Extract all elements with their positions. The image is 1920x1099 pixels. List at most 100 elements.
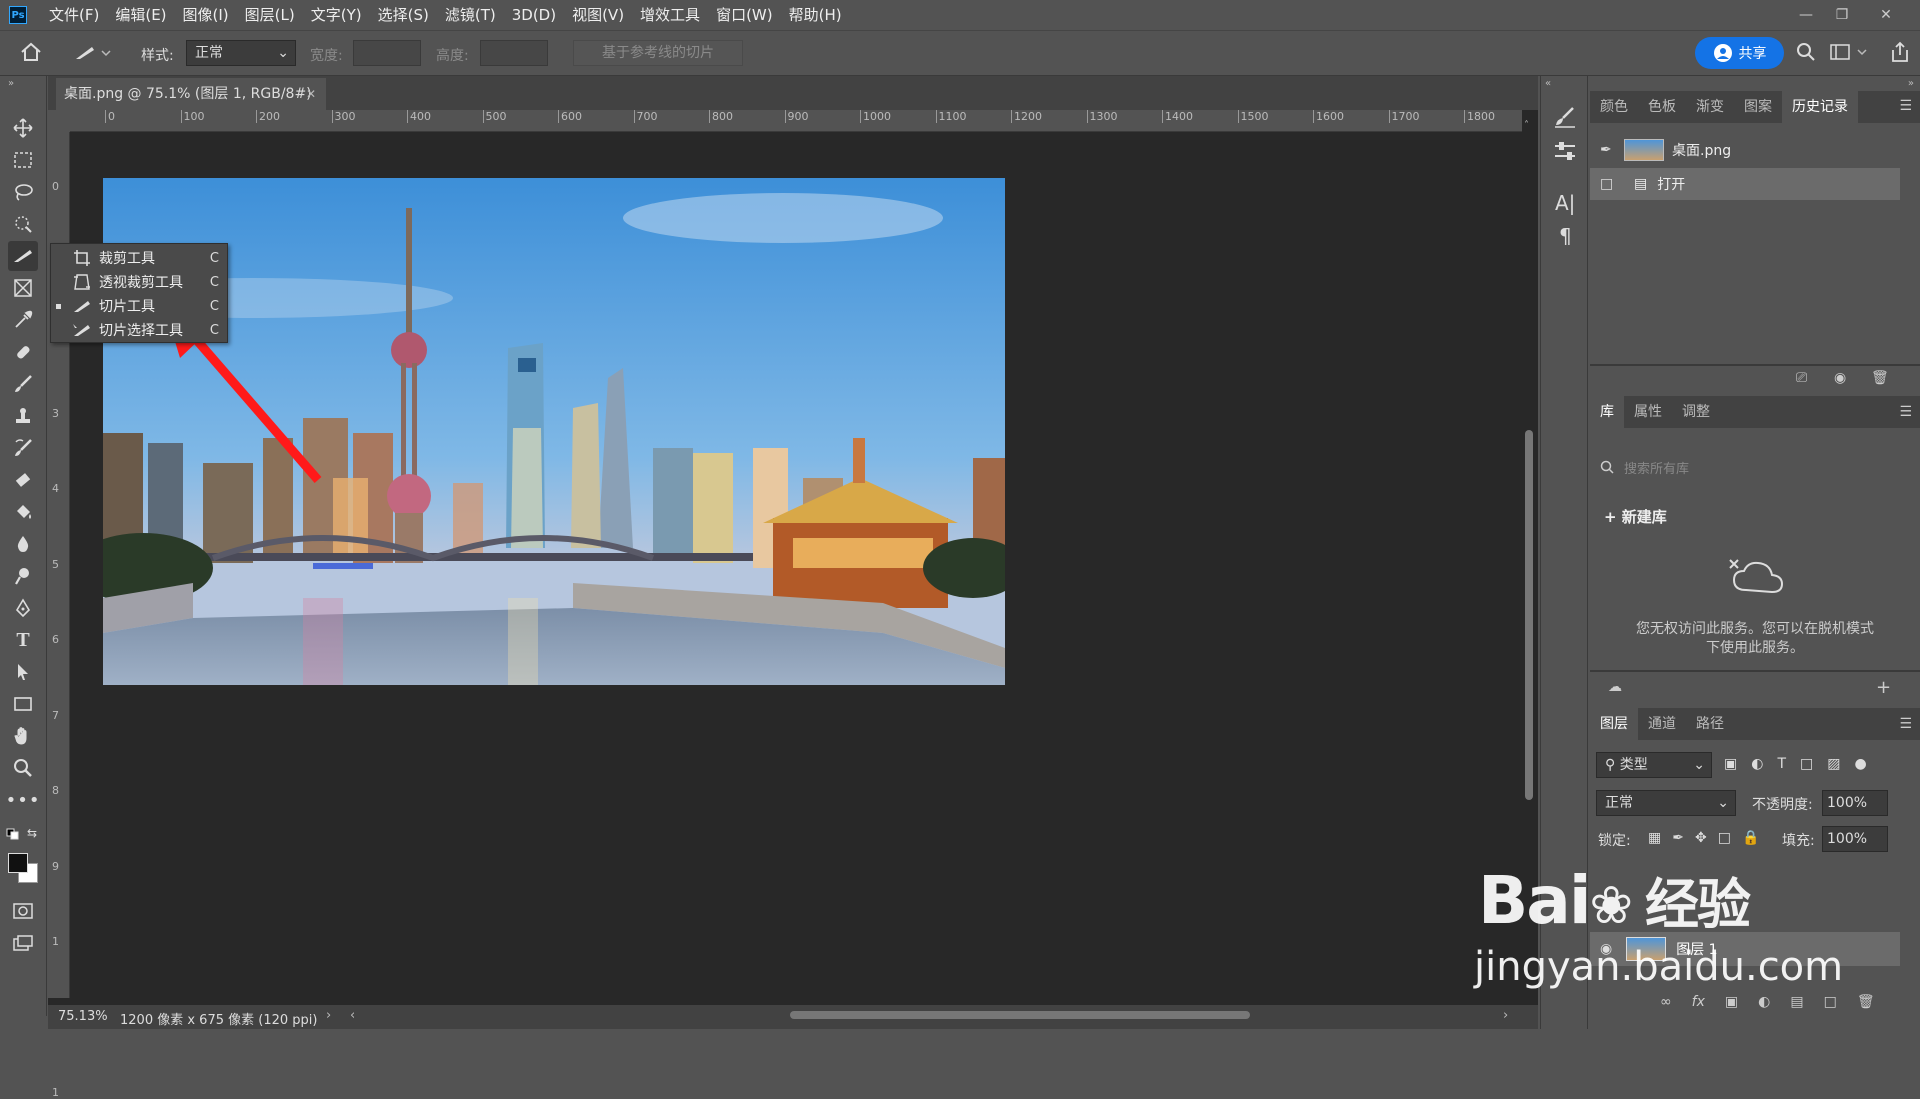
- hand-tool-icon[interactable]: [8, 721, 38, 751]
- more-tools-icon[interactable]: •••: [6, 785, 40, 815]
- quick-selection-tool-icon[interactable]: [8, 209, 38, 239]
- fill-input[interactable]: 100%: [1822, 826, 1888, 852]
- collapse-toolbar-icon[interactable]: »: [8, 78, 14, 89]
- vertical-scroll-thumb[interactable]: [1525, 430, 1533, 800]
- flyout-item[interactable]: 裁剪工具 C: [51, 246, 229, 270]
- lock-artboard-icon[interactable]: □: [1718, 830, 1731, 846]
- new-library-button[interactable]: + 新建库: [1604, 506, 1667, 527]
- guide-slices-button[interactable]: 基于参考线的切片: [573, 40, 743, 66]
- slice-tool-preset-icon[interactable]: [72, 43, 114, 67]
- height-input[interactable]: [480, 40, 548, 66]
- document-info[interactable]: 1200 像素 x 675 像素 (120 ppi): [120, 1009, 317, 1028]
- type-tool-icon[interactable]: T: [8, 625, 38, 655]
- link-layers-icon[interactable]: ∞: [1660, 994, 1672, 1010]
- delete-layer-icon[interactable]: 🗑: [1857, 994, 1875, 1010]
- minimize-icon[interactable]: —: [1788, 0, 1824, 30]
- expand-dock-icon[interactable]: «: [1545, 78, 1551, 89]
- zoom-tool-icon[interactable]: [8, 753, 38, 783]
- home-icon[interactable]: [20, 42, 42, 66]
- panel-tab[interactable]: 渐变: [1686, 91, 1734, 123]
- opacity-input[interactable]: 100%: [1822, 790, 1888, 816]
- horizontal-ruler[interactable]: 0 100 200 300 400 500 600 700 800 900 1000 1100 1200…: [70, 110, 1522, 132]
- new-layer-icon[interactable]: □: [1824, 994, 1837, 1010]
- flyout-item[interactable]: 切片选择工具 C: [51, 318, 229, 342]
- swap-colors-icon[interactable]: ⇆: [27, 826, 37, 840]
- flyout-item[interactable]: 透视裁剪工具 C: [51, 270, 229, 294]
- panel-tab[interactable]: 路径: [1686, 708, 1734, 740]
- brush-settings-icon[interactable]: [1553, 106, 1577, 132]
- eyedropper-tool-icon[interactable]: [8, 305, 38, 335]
- scroll-up-icon[interactable]: ˄: [1524, 120, 1529, 131]
- workspace-icon[interactable]: [1830, 43, 1870, 65]
- lock-position-icon[interactable]: ✥: [1695, 830, 1707, 846]
- restore-icon[interactable]: ❐: [1824, 0, 1860, 30]
- brush-tool-icon[interactable]: [8, 369, 38, 399]
- close-tab-icon[interactable]: ✕: [306, 78, 316, 110]
- close-icon[interactable]: ✕: [1868, 0, 1904, 30]
- history-item[interactable]: ✒ 桌面.png: [1590, 134, 1900, 166]
- eraser-tool-icon[interactable]: [8, 465, 38, 495]
- dodge-tool-icon[interactable]: [8, 561, 38, 591]
- clone-stamp-tool-icon[interactable]: [8, 401, 38, 431]
- default-colors-icon[interactable]: [6, 828, 20, 844]
- lasso-tool-icon[interactable]: [8, 177, 38, 207]
- character-panel-icon[interactable]: A|: [1555, 191, 1575, 215]
- horizontal-scroll-thumb[interactable]: [790, 1011, 1250, 1019]
- share-button[interactable]: 共享: [1695, 37, 1784, 69]
- blend-mode-dropdown[interactable]: 正常 ⌄: [1596, 790, 1736, 816]
- filter-toggle-icon[interactable]: ●: [1854, 756, 1866, 772]
- path-selection-tool-icon[interactable]: [8, 657, 38, 687]
- chevron-right-icon[interactable]: ›: [326, 1008, 331, 1023]
- history-brush-source-icon[interactable]: ✒: [1600, 142, 1620, 158]
- width-input[interactable]: [353, 40, 421, 66]
- pen-tool-icon[interactable]: [8, 593, 38, 623]
- menu-item[interactable]: 图层(L): [237, 0, 303, 30]
- menu-item[interactable]: 文字(Y): [303, 0, 370, 30]
- panel-tab[interactable]: 图案: [1734, 91, 1782, 123]
- history-source-checkbox[interactable]: □: [1600, 176, 1620, 192]
- history-item[interactable]: □ ▤ 打开: [1590, 168, 1900, 200]
- panel-tab[interactable]: 色板: [1638, 91, 1686, 123]
- menu-item[interactable]: 窗口(W): [708, 0, 781, 30]
- paint-bucket-tool-icon[interactable]: [8, 497, 38, 527]
- rectangle-tool-icon[interactable]: [8, 689, 38, 719]
- layer-filter-dropdown[interactable]: ⚲ 类型 ⌄: [1596, 752, 1712, 778]
- menu-item[interactable]: 增效工具: [632, 0, 708, 30]
- marquee-tool-icon[interactable]: [8, 145, 38, 175]
- layers-menu-icon[interactable]: ☰: [1899, 716, 1912, 732]
- horizontal-scrollbar[interactable]: [360, 1008, 1510, 1022]
- quick-mask-icon[interactable]: [8, 896, 38, 926]
- move-tool-icon[interactable]: [8, 113, 38, 143]
- paragraph-panel-icon[interactable]: ¶: [1559, 224, 1572, 248]
- menu-item[interactable]: 选择(S): [370, 0, 437, 30]
- library-menu-icon[interactable]: ☰: [1899, 404, 1912, 420]
- ruler-origin[interactable]: [48, 110, 70, 132]
- document-tab[interactable]: 桌面.png @ 75.1% (图层 1, RGB/8#) ✕: [56, 78, 326, 110]
- collapse-panels-icon[interactable]: »: [1908, 78, 1914, 89]
- color-swatches[interactable]: [8, 853, 38, 883]
- lock-pixels-icon[interactable]: ✒: [1672, 830, 1684, 846]
- panel-tab[interactable]: 调整: [1672, 396, 1720, 428]
- smart-object-filter-icon[interactable]: ▨: [1827, 756, 1840, 772]
- healing-brush-tool-icon[interactable]: [8, 337, 38, 367]
- pixel-filter-icon[interactable]: ▣: [1724, 756, 1737, 772]
- menu-item[interactable]: 编辑(E): [107, 0, 174, 30]
- menu-item[interactable]: 文件(F): [41, 0, 107, 30]
- menu-item[interactable]: 滤镜(T): [437, 0, 504, 30]
- delete-state-icon[interactable]: 🗑: [1871, 370, 1889, 386]
- screen-mode-icon[interactable]: [8, 928, 38, 958]
- type-filter-icon[interactable]: T: [1777, 756, 1786, 772]
- panel-tab[interactable]: 属性: [1624, 396, 1672, 428]
- camera-snapshot-icon[interactable]: ◉: [1834, 370, 1846, 386]
- adjustment-filter-icon[interactable]: ◐: [1751, 756, 1763, 772]
- library-search[interactable]: 搜索所有库: [1600, 452, 1905, 482]
- menu-item[interactable]: 视图(V): [564, 0, 632, 30]
- new-group-icon[interactable]: ▤: [1790, 994, 1803, 1010]
- slice-tool-icon[interactable]: [8, 241, 38, 271]
- search-icon[interactable]: [1796, 42, 1816, 66]
- menu-item[interactable]: 3D(D): [504, 0, 564, 30]
- panel-tab[interactable]: 图层: [1590, 708, 1638, 740]
- layer-style-icon[interactable]: fx: [1692, 994, 1705, 1010]
- frame-tool-icon[interactable]: [8, 273, 38, 303]
- panel-tab[interactable]: 颜色: [1590, 91, 1638, 123]
